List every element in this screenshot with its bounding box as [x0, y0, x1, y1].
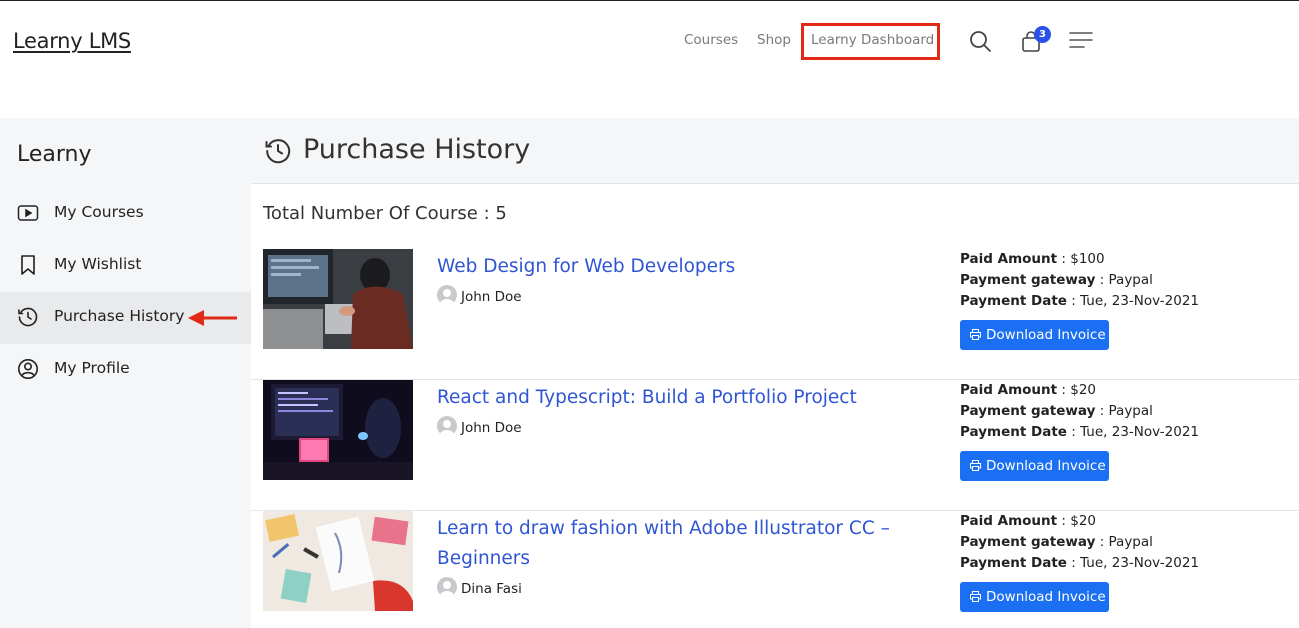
history-icon	[265, 139, 291, 164]
page-title: Purchase History	[303, 134, 531, 165]
cart-count-badge: 3	[1034, 26, 1051, 43]
purchase-row: Web Design for Web Developers John Doe P…	[251, 249, 1299, 380]
course-thumbnail[interactable]	[263, 249, 413, 349]
course-title-link[interactable]: React and Typescript: Build a Portfolio …	[437, 383, 897, 413]
paid-amount-label: Paid Amount	[960, 251, 1058, 267]
nav-learny-dashboard-label: Learny Dashboard	[811, 32, 935, 48]
sidebar-item-my-profile[interactable]: My Profile	[0, 344, 251, 396]
payment-gateway-value: Paypal	[1108, 403, 1153, 419]
author-name: John Doe	[461, 289, 522, 305]
total-course-count: Total Number Of Course : 5	[263, 203, 507, 224]
avatar	[437, 285, 457, 305]
course-title-link[interactable]: Learn to draw fashion with Adobe Illustr…	[437, 514, 897, 574]
site-header: Learny LMS Courses Shop Learny Dashboard…	[0, 1, 1299, 101]
download-invoice-button[interactable]: Download Invoice	[960, 451, 1109, 481]
author-name: Dina Fasi	[461, 581, 522, 597]
author-name: John Doe	[461, 420, 522, 436]
payment-gateway-label: Payment gateway	[960, 534, 1096, 550]
play-icon	[17, 205, 39, 221]
payment-date-value: Tue, 23-Nov-2021	[1080, 293, 1199, 309]
payment-gateway-label: Payment gateway	[960, 272, 1096, 288]
download-invoice-label: Download Invoice	[986, 327, 1106, 343]
paid-amount-value: $100	[1070, 251, 1105, 267]
download-invoice-button[interactable]: Download Invoice	[960, 320, 1109, 350]
course-thumbnail[interactable]	[263, 380, 413, 480]
purchase-row: React and Typescript: Build a Portfolio …	[251, 380, 1299, 511]
paid-amount-label: Paid Amount	[960, 382, 1058, 398]
paid-amount-label: Paid Amount	[960, 513, 1058, 529]
sidebar-item-label: Purchase History	[54, 307, 185, 325]
download-invoice-button[interactable]: Download Invoice	[960, 582, 1109, 612]
course-title-link[interactable]: Web Design for Web Developers	[437, 252, 897, 282]
sidebar-item-purchase-history[interactable]: Purchase History	[0, 292, 251, 344]
annotation-arrow-icon	[188, 310, 237, 326]
sidebar-item-label: My Courses	[54, 203, 144, 221]
sidebar: Learny My Courses My Wishlist Purchase H…	[0, 118, 251, 628]
user-circle-icon	[18, 359, 38, 379]
payment-details: Paid Amount : $100 Payment gateway : Pay…	[960, 251, 1199, 309]
sidebar-item-label: My Wishlist	[54, 255, 142, 273]
payment-details: Paid Amount : $20 Payment gateway : Payp…	[960, 513, 1199, 571]
payment-date-label: Payment Date	[960, 293, 1067, 309]
payment-date-label: Payment Date	[960, 555, 1067, 571]
printer-icon	[970, 460, 981, 471]
sidebar-item-my-courses[interactable]: My Courses	[0, 188, 251, 240]
printer-icon	[970, 591, 981, 602]
sidebar-item-my-wishlist[interactable]: My Wishlist	[0, 240, 251, 292]
page-header: Purchase History	[251, 118, 1299, 184]
payment-gateway-value: Paypal	[1108, 534, 1153, 550]
history-icon	[18, 307, 38, 327]
course-thumbnail[interactable]	[263, 511, 413, 611]
avatar	[437, 416, 457, 436]
payment-gateway-value: Paypal	[1108, 272, 1153, 288]
nav-learny-dashboard[interactable]: Learny Dashboard	[801, 23, 940, 60]
paid-amount-value: $20	[1070, 513, 1097, 529]
paid-amount-value: $20	[1070, 382, 1097, 398]
nav-shop[interactable]: Shop	[757, 32, 791, 48]
bookmark-icon	[21, 255, 35, 275]
download-invoice-label: Download Invoice	[986, 458, 1106, 474]
download-invoice-label: Download Invoice	[986, 589, 1106, 605]
purchase-row: Learn to draw fashion with Adobe Illustr…	[251, 511, 1299, 628]
brand-logo[interactable]: Learny LMS	[13, 29, 131, 53]
payment-date-value: Tue, 23-Nov-2021	[1080, 555, 1199, 571]
search-icon[interactable]	[968, 29, 992, 53]
sidebar-item-label: My Profile	[54, 359, 130, 377]
sidebar-title: Learny	[17, 142, 92, 167]
avatar	[437, 577, 457, 597]
payment-date-value: Tue, 23-Nov-2021	[1080, 424, 1199, 440]
printer-icon	[970, 329, 981, 340]
payment-gateway-label: Payment gateway	[960, 403, 1096, 419]
payment-date-label: Payment Date	[960, 424, 1067, 440]
payment-details: Paid Amount : $20 Payment gateway : Payp…	[960, 382, 1199, 440]
nav-courses[interactable]: Courses	[684, 32, 738, 48]
menu-icon[interactable]	[1069, 30, 1093, 50]
